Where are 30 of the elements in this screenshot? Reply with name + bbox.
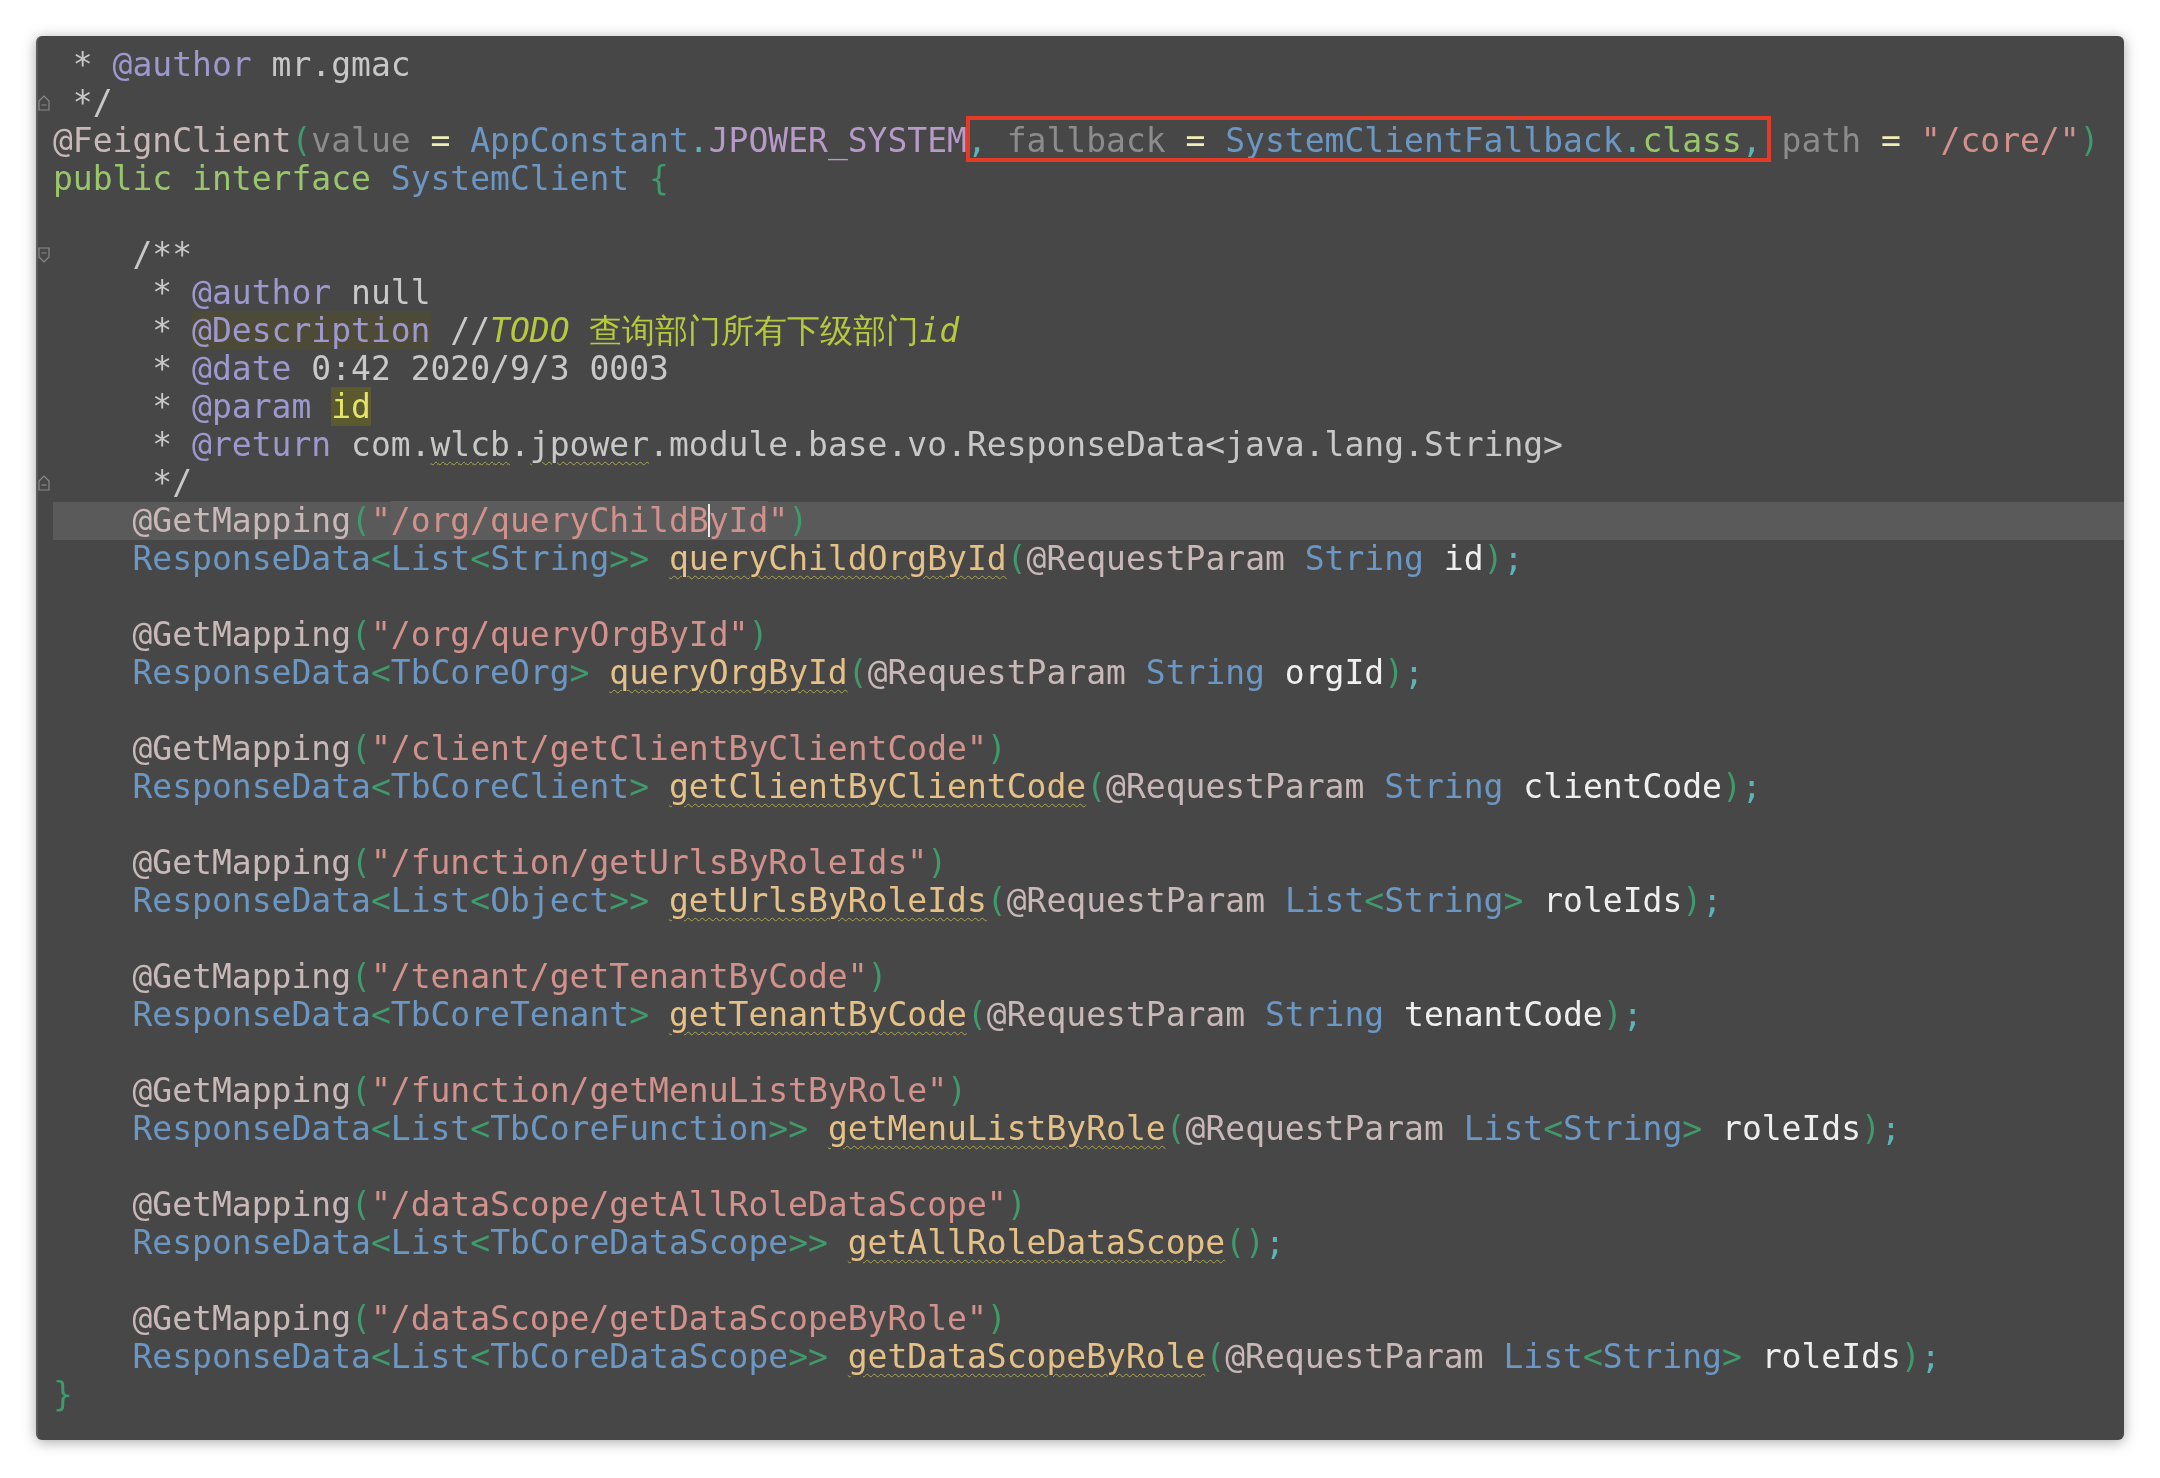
code-line: ResponseData<List<TbCoreDataScope>> getDataScopeByRole(@RequestParam List<String> roleIds);	[131, 1338, 1942, 1376]
code-line: ResponseData<TbCoreTenant> getTenantByCode(@RequestParam String tenantCode);	[131, 996, 1644, 1034]
code-line: @GetMapping("/function/getMenuListByRole")	[131, 1072, 968, 1110]
code-line: ResponseData<TbCoreOrg> queryOrgById(@RequestParam String orgId);	[131, 654, 1425, 692]
code-line: @FeignClient(value = AppConstant.JPOWER_SYSTEM, fallback = SystemClientFallback.class, path = "/core/")	[53, 122, 2101, 160]
code-line: * @param id	[151, 388, 372, 426]
fold-icon[interactable]	[38, 95, 50, 111]
fold-icon[interactable]	[38, 475, 50, 491]
code-line: @GetMapping("/dataScope/getDataScopeByRole")	[131, 1300, 1008, 1338]
code-line: * @author null	[151, 274, 432, 312]
code-line: * @author mr.gmac	[71, 46, 412, 84]
code-line: * @date 0:42 2020/9/3 0003	[151, 350, 670, 388]
code-line: }	[53, 1376, 74, 1414]
code-line: * @Description //TODO 查询部门所有下级部门id	[151, 312, 961, 350]
code-line: @GetMapping("/function/getUrlsByRoleIds")	[131, 844, 949, 882]
code-line: ResponseData<List<TbCoreDataScope>> getAllRoleDataScope();	[131, 1224, 1286, 1262]
code-line: public interface SystemClient {	[53, 160, 670, 198]
code-line: ResponseData<TbCoreClient> getClientByClientCode(@RequestParam String clientCode);	[131, 768, 1763, 806]
code-line: ResponseData<List<String>> queryChildOrgById(@RequestParam String id);	[131, 540, 1525, 578]
code-line: @GetMapping("/client/getClientByClientCode")	[131, 730, 1008, 768]
code-line: ResponseData<List<Object>> getUrlsByRoleIds(@RequestParam List<String> roleIds);	[131, 882, 1724, 920]
code-line: @GetMapping("/tenant/getTenantByCode")	[131, 958, 889, 996]
code-line: */	[71, 84, 114, 122]
fold-icon[interactable]	[38, 247, 50, 263]
code-line: ResponseData<List<TbCoreFunction>> getMenuListByRole(@RequestParam List<String> roleIds);	[131, 1110, 1902, 1148]
code-line: /**	[131, 236, 194, 274]
code-line: * @return com.wlcb.jpower.module.base.vo.ResponseData<java.lang.String>	[151, 426, 1564, 464]
code-line: @GetMapping("/dataScope/getAllRoleDataScope")	[131, 1186, 1028, 1224]
code-line: @GetMapping("/org/queryOrgById")	[131, 616, 770, 654]
code-line: */	[151, 464, 194, 502]
